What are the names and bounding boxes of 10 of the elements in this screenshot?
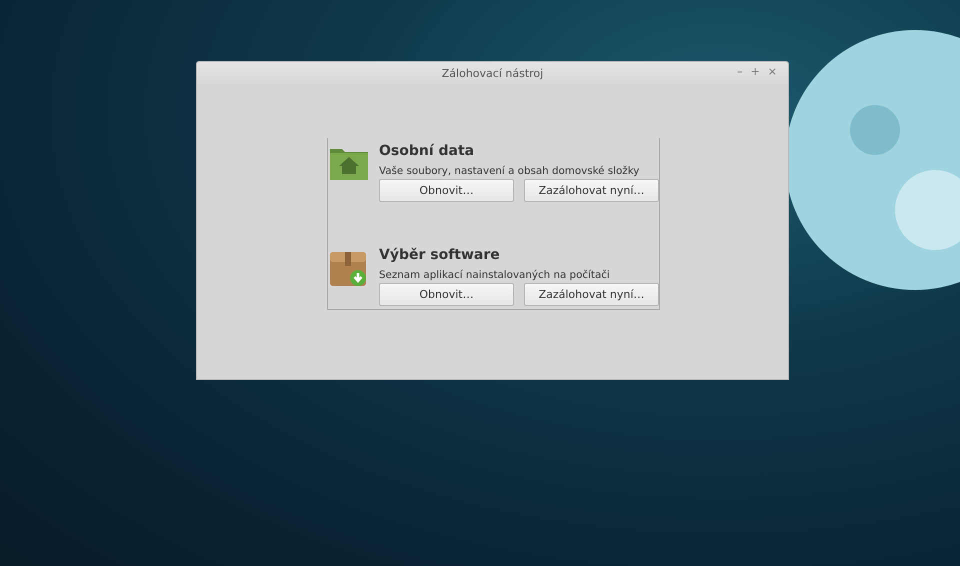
restore-button[interactable]: Obnovit… (379, 283, 514, 306)
restore-button[interactable]: Obnovit… (379, 179, 514, 202)
minimize-button[interactable]: – (736, 65, 744, 78)
section-description: Vaše soubory, nastavení a obsah domovské složky (379, 164, 640, 178)
backup-button[interactable]: Zazálohovat nyní… (524, 283, 659, 306)
section-description: Seznam aplikací nainstalovaných na počítači (379, 268, 611, 282)
section-title: Osobní data (379, 142, 476, 160)
backup-button[interactable]: Zazálohovat nyní… (524, 179, 659, 202)
window-title: Zálohovací nástroj (442, 66, 544, 80)
section-title: Výběr software (379, 246, 501, 264)
